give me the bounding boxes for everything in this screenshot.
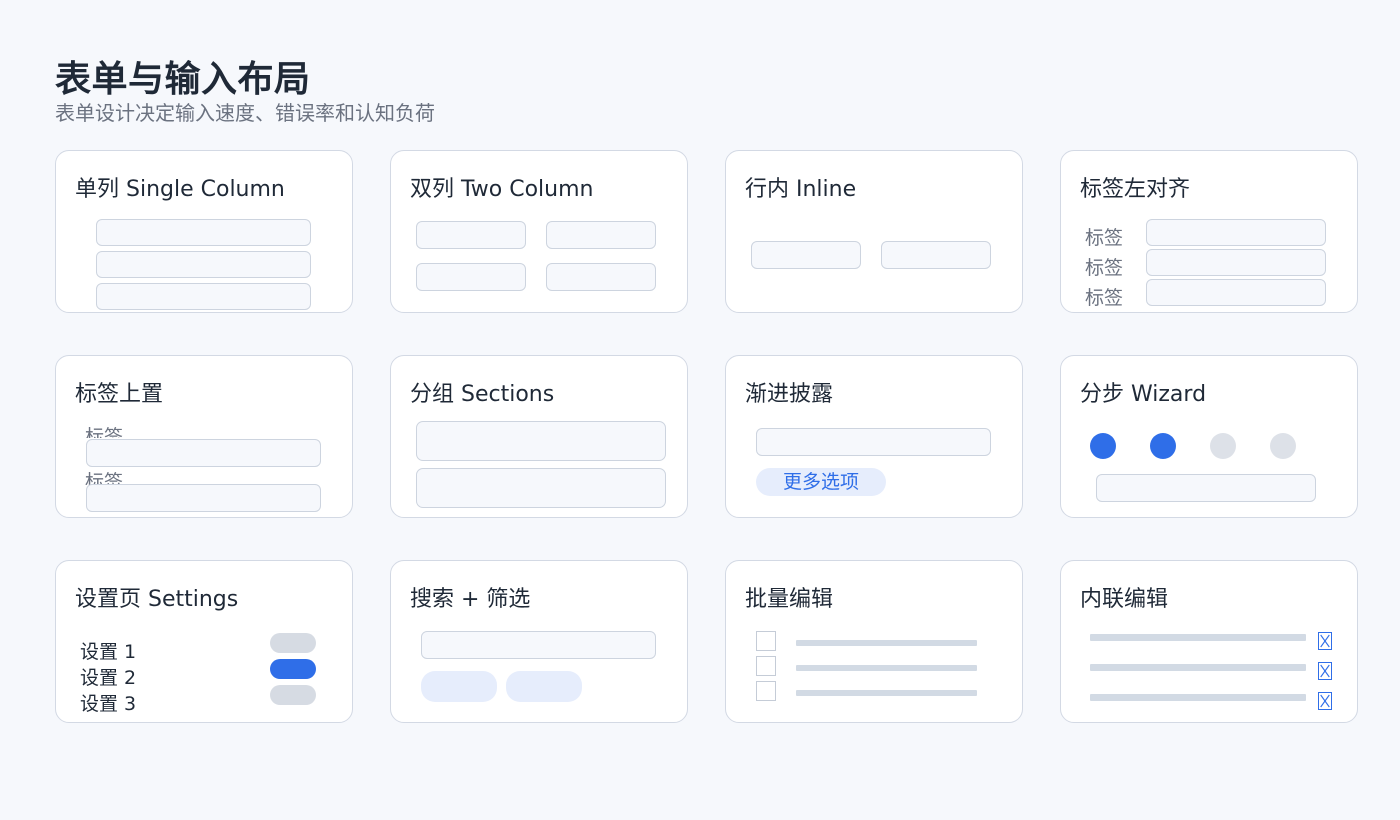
row-placeholder bbox=[796, 690, 977, 696]
card-title: 标签上置 bbox=[75, 382, 164, 407]
edit-icon[interactable] bbox=[1318, 632, 1332, 650]
card-title: 搜索 + 筛选 bbox=[410, 587, 531, 612]
input-field[interactable] bbox=[1096, 474, 1316, 502]
card-title: 批量编辑 bbox=[745, 587, 834, 612]
edit-icon[interactable] bbox=[1318, 692, 1332, 710]
card-inline-edit: 内联编辑 bbox=[1060, 560, 1358, 723]
input-field[interactable] bbox=[756, 428, 991, 456]
step-dot-icon[interactable] bbox=[1150, 433, 1176, 459]
field-label: 标签 bbox=[1085, 257, 1124, 279]
card-two-column: 双列 Two Column bbox=[390, 150, 688, 313]
card-title: 渐进披露 bbox=[745, 382, 834, 407]
card-batch-edit: 批量编辑 bbox=[725, 560, 1023, 723]
row-placeholder bbox=[1090, 664, 1306, 671]
card-wizard: 分步 Wizard bbox=[1060, 355, 1358, 518]
checkbox-icon[interactable] bbox=[756, 681, 776, 701]
row-placeholder bbox=[796, 665, 977, 671]
search-input[interactable] bbox=[421, 631, 656, 659]
card-title: 标签左对齐 bbox=[1080, 177, 1191, 202]
setting-label: 设置 1 bbox=[80, 641, 137, 663]
input-field[interactable] bbox=[86, 439, 321, 467]
toggle-switch[interactable] bbox=[270, 685, 316, 705]
card-search-filter: 搜索 + 筛选 bbox=[390, 560, 688, 723]
field-label: 标签 bbox=[1085, 287, 1124, 309]
input-field[interactable] bbox=[96, 251, 311, 278]
checkbox-icon[interactable] bbox=[756, 656, 776, 676]
page-title: 表单与输入布局 bbox=[55, 59, 311, 100]
field-label: 标签 bbox=[85, 471, 124, 485]
input-field[interactable] bbox=[416, 263, 526, 291]
input-field[interactable] bbox=[1146, 279, 1326, 306]
form-section[interactable] bbox=[416, 468, 666, 508]
card-title: 分步 Wizard bbox=[1080, 382, 1207, 407]
toggle-switch[interactable] bbox=[270, 633, 316, 653]
toggle-switch[interactable] bbox=[270, 659, 316, 679]
card-settings: 设置页 Settings 设置 1 设置 2 设置 3 bbox=[55, 560, 353, 723]
input-field[interactable] bbox=[1146, 219, 1326, 246]
card-title: 双列 Two Column bbox=[410, 177, 594, 202]
field-label: 标签 bbox=[1085, 227, 1124, 249]
input-field[interactable] bbox=[96, 219, 311, 246]
step-dot-icon[interactable] bbox=[1090, 433, 1116, 459]
input-field[interactable] bbox=[881, 241, 991, 269]
row-placeholder bbox=[796, 640, 977, 646]
input-field[interactable] bbox=[751, 241, 861, 269]
input-field[interactable] bbox=[416, 221, 526, 249]
input-field[interactable] bbox=[546, 221, 656, 249]
card-title: 分组 Sections bbox=[410, 382, 555, 407]
card-progressive: 渐进披露 更多选项 bbox=[725, 355, 1023, 518]
card-inline: 行内 Inline bbox=[725, 150, 1023, 313]
card-title: 单列 Single Column bbox=[75, 177, 285, 202]
row-placeholder bbox=[1090, 634, 1306, 641]
input-field[interactable] bbox=[86, 484, 321, 512]
card-title: 设置页 Settings bbox=[75, 587, 239, 612]
checkbox-icon[interactable] bbox=[756, 631, 776, 651]
edit-icon[interactable] bbox=[1318, 662, 1332, 680]
input-field[interactable] bbox=[1146, 249, 1326, 276]
input-field[interactable] bbox=[546, 263, 656, 291]
setting-label: 设置 3 bbox=[80, 693, 137, 715]
card-single-column: 单列 Single Column bbox=[55, 150, 353, 313]
filter-chip[interactable] bbox=[506, 671, 582, 702]
form-section[interactable] bbox=[416, 421, 666, 461]
input-field[interactable] bbox=[96, 283, 311, 310]
card-title: 内联编辑 bbox=[1080, 587, 1169, 612]
card-label-top: 标签上置 标签 标签 bbox=[55, 355, 353, 518]
more-options-button[interactable]: 更多选项 bbox=[756, 468, 886, 496]
card-label-left: 标签左对齐 标签 标签 标签 bbox=[1060, 150, 1358, 313]
card-sections: 分组 Sections bbox=[390, 355, 688, 518]
setting-label: 设置 2 bbox=[80, 667, 137, 689]
step-dot-icon[interactable] bbox=[1270, 433, 1296, 459]
field-label: 标签 bbox=[85, 426, 124, 438]
row-placeholder bbox=[1090, 694, 1306, 701]
filter-chip[interactable] bbox=[421, 671, 497, 702]
card-title: 行内 Inline bbox=[745, 177, 857, 202]
page-subtitle: 表单设计决定输入速度、错误率和认知负荷 bbox=[55, 101, 435, 125]
step-dot-icon[interactable] bbox=[1210, 433, 1236, 459]
